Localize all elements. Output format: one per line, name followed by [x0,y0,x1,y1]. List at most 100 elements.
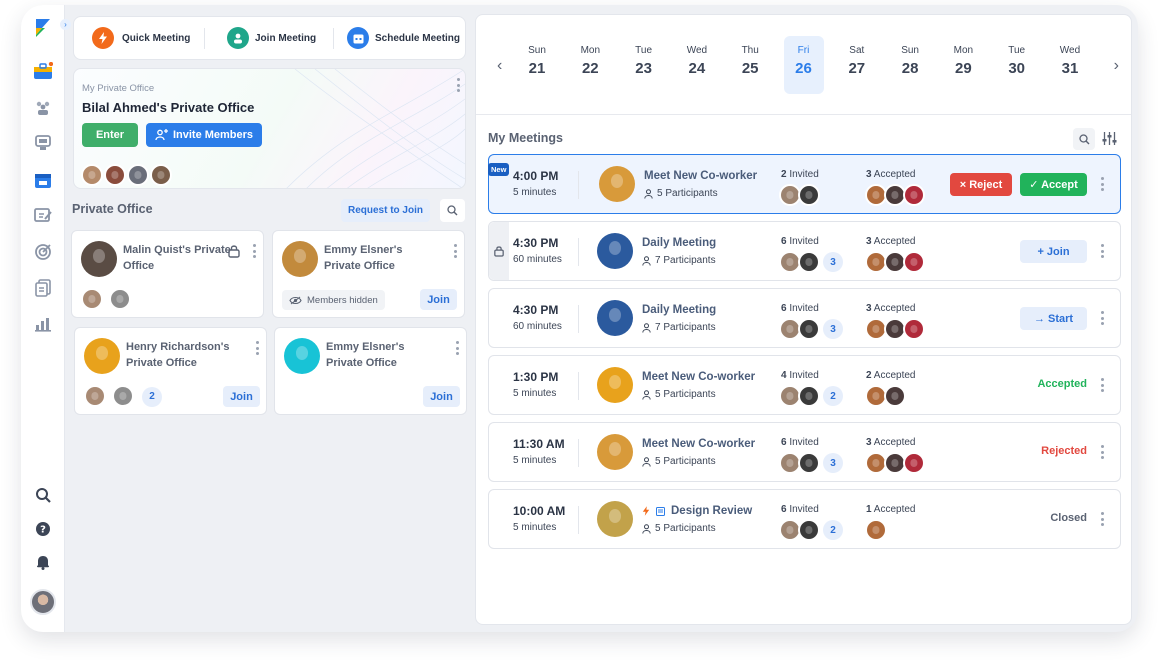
weekday-label: Fri [797,45,810,56]
logo-icon[interactable] [32,17,54,39]
join-office-button[interactable]: Join [223,386,260,407]
meeting-row[interactable]: 1:30 PM 5 minutes Meet New Co-worker 5 Part… [488,355,1121,415]
kebab-icon[interactable] [453,244,457,258]
office-card[interactable]: Henry Richardson's Private Office 2 Join [74,327,267,415]
office-card-name: Malin Quist's Private Office [123,244,231,272]
date-22[interactable]: Mon 22 [570,45,610,77]
prev-week-icon[interactable]: ‹ [497,57,502,75]
search-icon[interactable] [32,484,54,506]
kebab-icon[interactable] [1100,244,1104,258]
divider [204,28,205,49]
office-icon[interactable] [32,60,54,82]
person-icon [642,523,651,534]
search-icon [447,205,458,216]
reject-button[interactable]: × Reject [950,173,1012,196]
kebab-icon[interactable] [1100,378,1104,392]
request-to-join-button[interactable]: Request to Join [341,199,430,222]
office-card-name: Emmy Elsner's Private Office [326,341,405,369]
kebab-icon[interactable] [456,78,460,92]
day-number: 23 [635,60,652,77]
expand-chevron-icon[interactable]: › [60,19,71,30]
date-30[interactable]: Tue 30 [997,45,1037,77]
office-title: Bilal Ahmed's Private Office [82,100,255,115]
kebab-icon[interactable] [1100,177,1104,191]
date-27[interactable]: Sat 27 [837,45,877,77]
avatar [81,288,103,310]
office-card[interactable]: Emmy Elsner's Private Office Join [274,327,467,415]
participants: 5 Participants [642,456,716,467]
accept-button[interactable]: ✓ Accept [1020,173,1087,196]
enter-button[interactable]: Enter [82,123,138,147]
participants-label: 7 Participants [655,255,716,266]
top-actions-bar: Quick Meeting Join Meeting Schedule Meet… [73,16,466,60]
files-icon[interactable] [32,277,54,299]
bell-icon[interactable] [32,551,54,573]
office-search-button[interactable] [440,199,465,222]
filter-icon[interactable] [1102,132,1117,150]
kebab-icon[interactable] [1100,445,1104,459]
date-25[interactable]: Thu 25 [730,45,770,77]
meeting-title: Meet New Co-worker [642,438,756,450]
participants: 7 Participants [642,322,716,333]
locked-strip [489,222,509,280]
avatar [798,318,820,340]
accepted-count: 3 Accepted [866,236,915,247]
weekday-label: Thu [741,45,759,56]
date-31[interactable]: Wed 31 [1050,45,1090,77]
kebab-icon[interactable] [455,341,459,355]
user-avatar[interactable] [30,589,56,615]
meeting-avatar [597,434,633,470]
meeting-row[interactable]: New 4:00 PM 5 minutes Meet New Co-worker 5 P… [488,154,1121,214]
invited-avatars: 2 [779,385,843,407]
date-23[interactable]: Tue 23 [624,45,664,77]
start-meeting-button[interactable]: → Start [1020,307,1087,330]
target-icon[interactable] [32,241,54,263]
join-office-button[interactable]: Join [423,386,460,407]
whiteboard-icon[interactable] [32,132,54,154]
weekday-label: Sun [901,45,919,56]
day-number: 25 [741,60,759,77]
office-card-members: 2 [84,385,162,407]
meetings-search-button[interactable] [1073,128,1095,150]
kebab-icon[interactable] [252,244,256,258]
invited-label: Invited [786,236,819,247]
quick-meeting-button[interactable]: Quick Meeting [92,27,190,49]
date-21[interactable]: Sun 21 [517,45,557,77]
my-meetings-heading: My Meetings [488,131,564,145]
join-office-button[interactable]: Join [420,289,457,310]
chart-icon[interactable] [32,313,54,335]
date-29[interactable]: Mon 29 [943,45,983,77]
office-card[interactable]: Malin Quist's Private Office [71,230,264,318]
kebab-icon[interactable] [255,341,259,355]
meeting-duration: 5 minutes [513,187,557,198]
meeting-duration: 60 minutes [513,254,562,265]
accepted-avatars [865,519,887,541]
meeting-row[interactable]: 11:30 AM 5 minutes Meet New Co-worker 5 Par… [488,422,1121,482]
date-28[interactable]: Sun 28 [890,45,930,77]
person-icon [642,456,651,467]
join-meeting-button[interactable]: Join Meeting [227,27,316,49]
kebab-icon[interactable] [1100,311,1104,325]
meeting-title: Design Review [671,505,753,517]
meeting-row[interactable]: 4:30 PM 60 minutes Daily Meeting 7 Particip… [488,221,1121,281]
date-24[interactable]: Wed 24 [677,45,717,77]
weekday-label: Mon [953,45,974,56]
calendar-icon[interactable] [32,169,54,191]
svg-text:?: ? [40,525,46,536]
notes-icon[interactable] [32,204,54,226]
meeting-row[interactable]: 4:30 PM 60 minutes Daily Meeting 7 Particip… [488,288,1121,348]
next-week-icon[interactable]: › [1114,57,1119,75]
join-meeting-button[interactable]: + Join [1020,240,1087,263]
office-card[interactable]: Emmy Elsner's Private Office Members hid… [272,230,465,318]
avatar [104,164,126,186]
invite-members-button[interactable]: Invite Members [146,123,262,147]
date-26[interactable]: Fri 26 [783,36,824,94]
schedule-meeting-button[interactable]: Schedule Meeting [347,27,460,49]
divider [578,372,579,400]
meeting-row[interactable]: 10:00 AM 5 minutes Design Review 5 Particip… [488,489,1121,549]
kebab-icon[interactable] [1100,512,1104,526]
meeting-time: 4:00 PM [513,169,559,183]
team-icon[interactable] [32,97,54,119]
day-number: 26 [795,60,812,77]
help-icon[interactable]: ? [32,518,54,540]
